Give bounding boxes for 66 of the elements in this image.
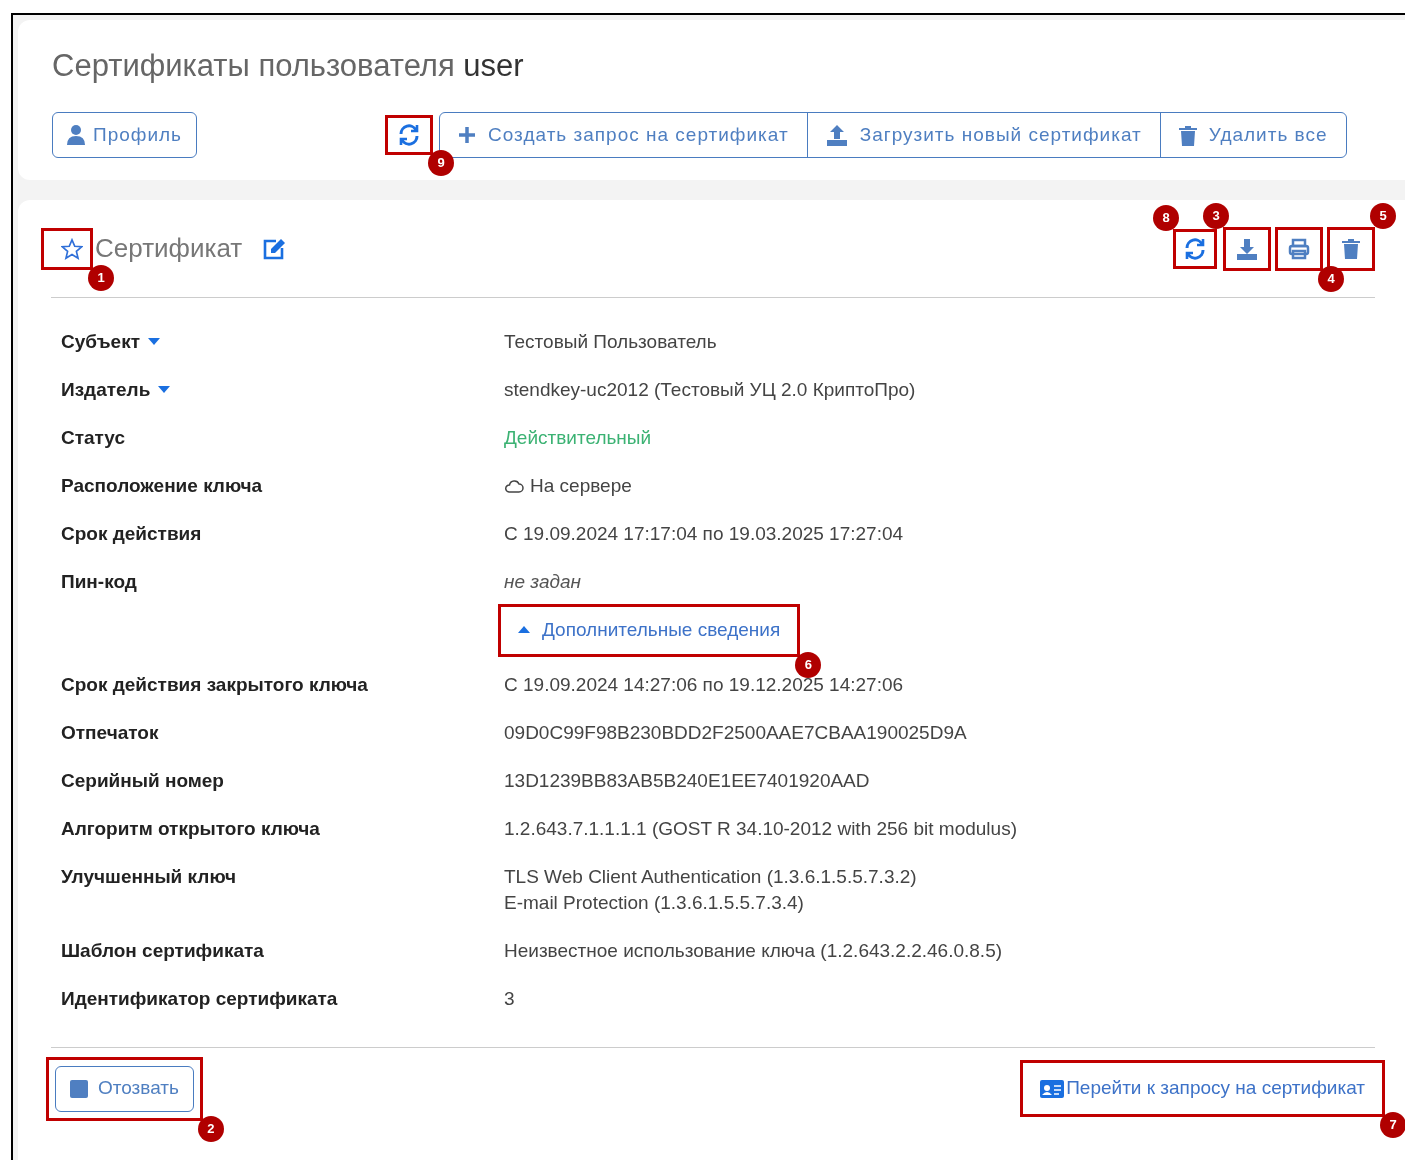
highlight-frame <box>1223 226 1271 271</box>
cloud-icon <box>504 479 524 493</box>
callout-number: 6 <box>795 651 822 678</box>
field-label: Срок действия <box>61 522 202 546</box>
callout-number: 7 <box>1380 1111 1405 1138</box>
field-label: Улучшенный ключ <box>61 864 236 889</box>
callout-number: 1 <box>88 264 114 291</box>
field-value: С 19.09.2024 17:17:04 по 19.03.2025 17:27:04 <box>504 522 904 546</box>
refresh-icon <box>1183 236 1207 261</box>
delete-all-button[interactable]: Удалить все <box>1159 113 1346 157</box>
field-value: На сервере <box>530 474 632 498</box>
id-card-icon <box>1040 1079 1065 1098</box>
profile-button[interactable]: Профиль <box>52 112 198 158</box>
field-value: stendkey-uc2012 (Тестовый УЦ 2.0 КриптоПро) <box>504 378 916 402</box>
go-to-request-link[interactable]: Перейти к запросу на сертификат <box>1040 1074 1365 1103</box>
highlight-frame <box>41 227 93 270</box>
download-icon <box>1236 237 1258 260</box>
field-label: Срок действия закрытого ключа <box>61 672 368 697</box>
revoke-button[interactable]: Отозвать <box>55 1065 194 1112</box>
edit-icon[interactable] <box>262 237 287 260</box>
highlight-frame <box>1173 228 1217 269</box>
certificate-title: Сертификат <box>95 232 243 265</box>
field-label: Пин-код <box>61 570 137 594</box>
callout-number: 5 <box>1370 202 1396 229</box>
highlight-frame <box>385 115 434 155</box>
status-value: Действительный <box>504 426 652 450</box>
field-value: не задан <box>504 570 581 594</box>
printer-icon <box>1288 237 1310 260</box>
field-label: Серийный номер <box>61 768 224 793</box>
upload-icon <box>825 124 848 146</box>
callout-number: 9 <box>428 150 455 176</box>
star-icon[interactable] <box>61 237 83 260</box>
field-value: 13D1239BB83AB5B240E1EE7401920AAD <box>504 768 870 793</box>
caret-icon[interactable] <box>158 386 171 394</box>
field-label: Отпечаток <box>61 720 159 745</box>
field-value: 1.2.643.7.1.1.1.1 (GOST R 34.10-2012 with 256 bit modulus) <box>504 816 1017 841</box>
callout-number: 4 <box>1318 265 1344 292</box>
callout-number: 3 <box>1203 202 1229 229</box>
trash-icon <box>1342 238 1360 259</box>
caret-icon <box>518 626 530 635</box>
highlight-frame <box>1327 226 1375 271</box>
user-icon <box>67 125 85 145</box>
field-value: 3 <box>504 986 515 1011</box>
field-label: Субъект <box>61 330 140 354</box>
field-label: Расположение ключа <box>61 474 263 498</box>
upload-certificate-button[interactable]: Загрузить новый сертификат <box>806 113 1160 157</box>
field-value: TLS Web Client Authentication (1.3.6.1.5.5.7.3.2) <box>504 864 917 889</box>
square-icon <box>70 1079 88 1098</box>
field-value: Неизвестное использование ключа (1.2.643.2.2.46.0.8.5) <box>504 938 1003 963</box>
field-label: Шаблон сертификата <box>61 938 264 963</box>
trash-icon <box>1178 124 1197 146</box>
callout-number: 2 <box>197 1115 224 1142</box>
details-toggle[interactable]: Дополнительные сведения <box>518 616 781 645</box>
field-value: E-mail Protection (1.3.6.1.5.5.7.3.4) <box>504 890 804 915</box>
field-label: Издатель <box>61 378 151 402</box>
field-label: Идентификатор сертификата <box>61 986 338 1011</box>
user-name: user <box>463 48 524 83</box>
field-value: Тестовый Пользователь <box>504 330 717 354</box>
page-title: Сертификаты пользователя <box>52 48 455 83</box>
caret-icon[interactable] <box>148 338 160 346</box>
plus-icon <box>458 126 477 144</box>
field-value: 09D0C99F98B230BDD2F2500AAE7CBAA190025D9A <box>504 720 967 745</box>
callout-number: 8 <box>1153 204 1179 231</box>
field-label: Алгоритм открытого ключа <box>61 816 320 841</box>
highlight-frame <box>1275 226 1323 271</box>
field-label: Статус <box>61 426 126 450</box>
